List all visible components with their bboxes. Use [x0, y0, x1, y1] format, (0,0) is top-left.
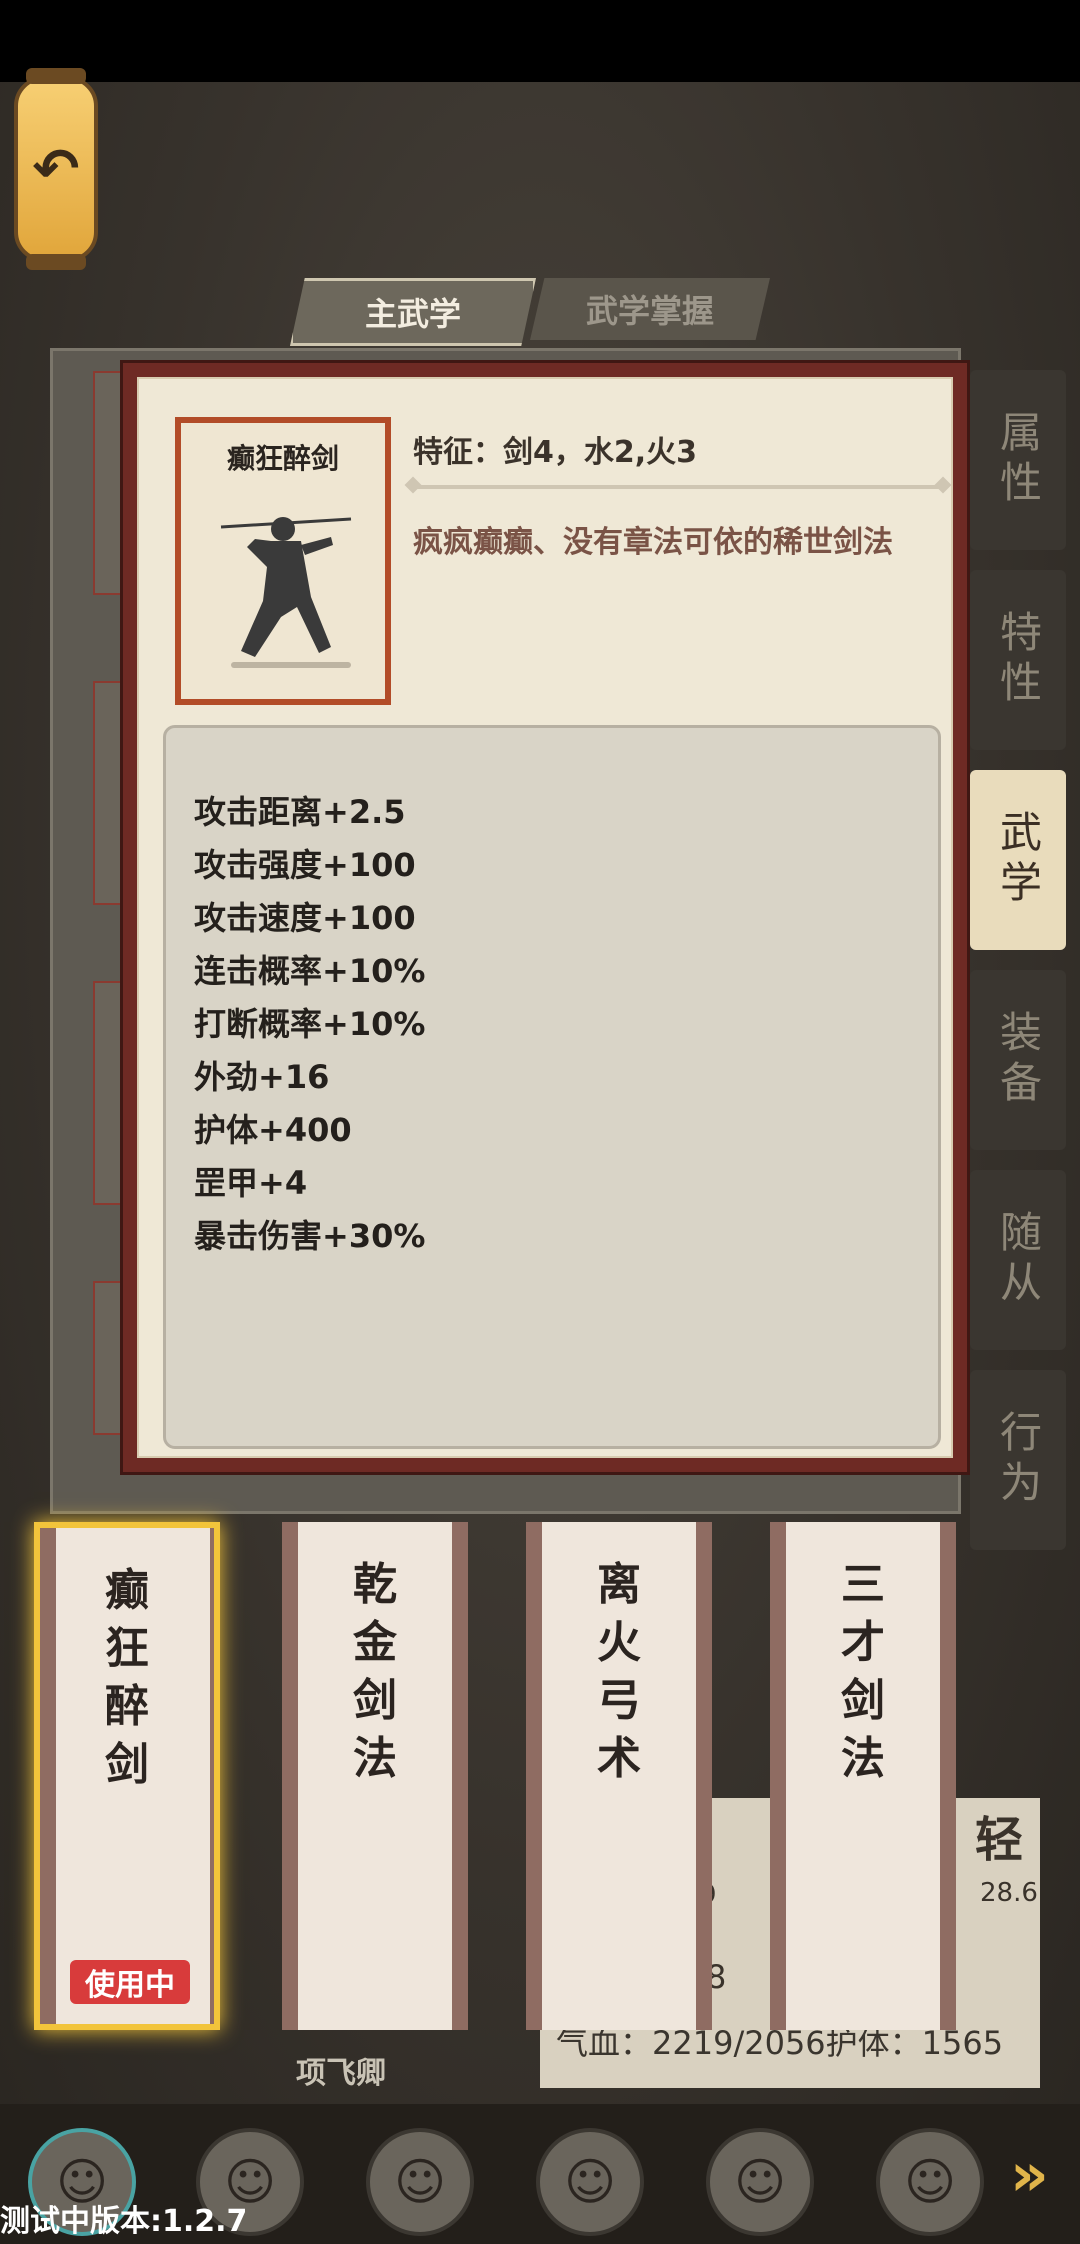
skill-scroll-3[interactable]: 三才剑法 — [770, 1522, 956, 2030]
character-avatar[interactable]: ☺ — [366, 2128, 474, 2236]
stat-line: 罡甲+4 — [194, 1164, 308, 1202]
next-page-arrow-icon[interactable]: » — [1010, 2140, 1049, 2210]
stat-line: 攻击强度+100 — [194, 846, 416, 884]
in-use-badge: 使用中 — [70, 1960, 190, 2004]
character-name: 项飞卿 — [296, 2056, 386, 2091]
skill-detail-popup: 癫狂醉剑 特征：剑4，水2,火3 疯疯癫癫、没有章法可依的稀世剑法 攻击距离+2… — [120, 360, 970, 1475]
stat-line: 攻击速度+100 — [194, 899, 416, 937]
skill-trait: 特征：剑4，水2,火3 — [413, 435, 698, 470]
skill-scroll-name: 癫狂醉剑 — [105, 1565, 149, 1790]
skill-scroll-name: 三才剑法 — [841, 1559, 885, 1784]
skill-tabs: 主武学 武学掌握 — [290, 278, 770, 346]
skill-scroll-0[interactable]: 癫狂醉剑 使用中 — [34, 1522, 220, 2030]
skill-stats-list: 攻击距离+2.5 攻击强度+100 攻击速度+100 连击概率+10% 打断概率… — [194, 786, 425, 1263]
skill-portrait: 癫狂醉剑 — [175, 417, 391, 705]
skill-scroll-1[interactable]: 乾金剑法 — [282, 1522, 468, 2030]
side-tab-followers[interactable]: 随从 — [970, 1170, 1066, 1350]
tab-skill-mastery[interactable]: 武学掌握 — [530, 278, 770, 340]
side-tab-martial-arts[interactable]: 武学 — [970, 770, 1066, 950]
skill-scroll-name: 乾金剑法 — [353, 1559, 397, 1784]
stat-light-label: 轻 — [975, 1812, 1024, 1868]
side-tab-attributes[interactable]: 属性 — [970, 370, 1066, 550]
stat-light-value: 28.6 — [980, 1878, 1038, 1908]
side-tab-behavior[interactable]: 行为 — [970, 1370, 1066, 1550]
side-tab-equipment[interactable]: 装备 — [970, 970, 1066, 1150]
version-label: 测试中版本:1.2.7 — [0, 2204, 248, 2239]
popup-parchment: 癫狂醉剑 特征：剑4，水2,火3 疯疯癫癫、没有章法可依的稀世剑法 攻击距离+2… — [137, 377, 953, 1458]
stat-line: 护体+400 — [194, 1111, 352, 1149]
stat-line: 打断概率+10% — [194, 1005, 426, 1043]
swordsman-figure-icon — [220, 517, 352, 668]
back-button[interactable]: ↶ — [14, 68, 98, 270]
back-arrow-icon: ↶ — [32, 136, 80, 202]
stat-line: 外劲+16 — [194, 1058, 330, 1096]
skill-stats-box: 攻击距离+2.5 攻击强度+100 攻击速度+100 连击概率+10% 打断概率… — [163, 725, 941, 1449]
skill-scroll-2[interactable]: 离火弓术 — [526, 1522, 712, 2030]
skill-description: 疯疯癫癫、没有章法可依的稀世剑法 — [413, 525, 893, 560]
character-avatar[interactable]: ☺ — [876, 2128, 984, 2236]
skill-scroll-name: 离火弓术 — [597, 1559, 641, 1784]
skill-name: 癫狂醉剑 — [226, 442, 339, 475]
stat-line: 攻击距离+2.5 — [194, 793, 406, 831]
tab-main-skill[interactable]: 主武学 — [290, 278, 536, 346]
character-avatar[interactable]: ☺ — [706, 2128, 814, 2236]
status-bar — [0, 0, 1080, 82]
character-avatar[interactable]: ☺ — [536, 2128, 644, 2236]
side-tab-traits[interactable]: 特性 — [970, 570, 1066, 750]
stat-line: 连击概率+10% — [194, 952, 426, 990]
divider — [413, 485, 943, 489]
stat-line: 暴击伤害+30% — [194, 1217, 426, 1255]
